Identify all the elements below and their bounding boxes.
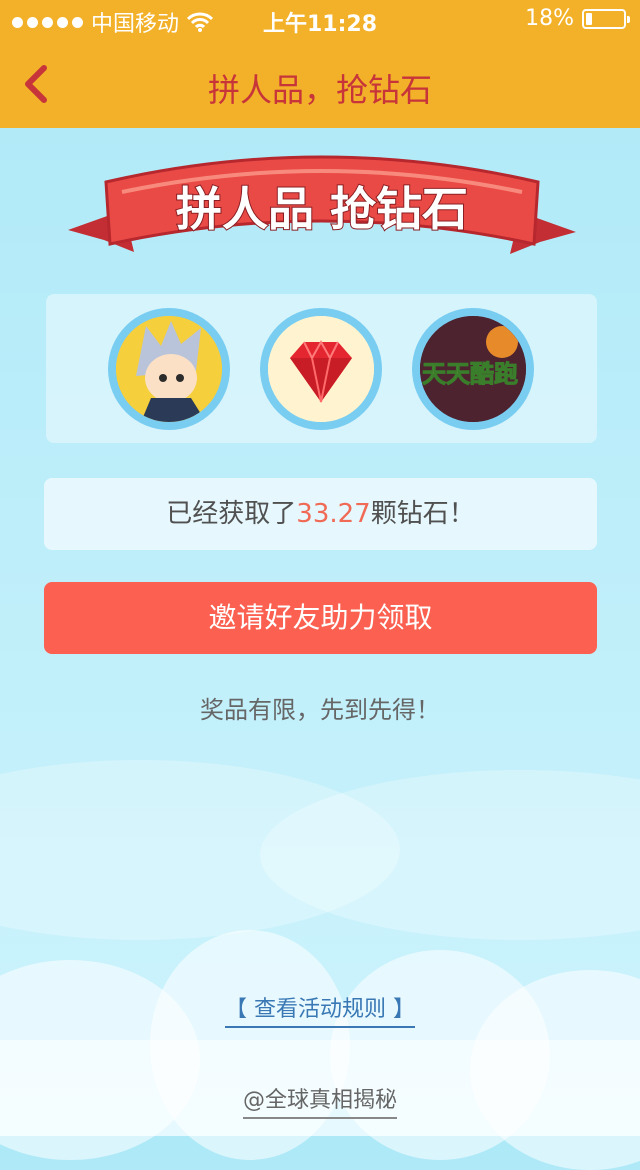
source-link-wrap: @全球真相揭秘	[0, 1082, 640, 1119]
ribbon-banner: 拼人品 抢钻石	[68, 155, 576, 254]
rules-link-wrap: 【 查看活动规则 】	[0, 991, 640, 1028]
logo-text: 天天酷跑	[422, 360, 518, 388]
invite-friends-button[interactable]: 邀请好友助力领取	[44, 582, 597, 654]
game-panel: 天天酷跑	[46, 294, 597, 443]
status-bar: 中国移动 上午11:28 18%	[0, 0, 640, 40]
limited-notice: 奖品有限，先到先得！	[200, 696, 440, 724]
tiantian-kupao[interactable]: 天天酷跑	[412, 308, 534, 430]
diamond-amount: 33.27	[296, 499, 371, 529]
diamond-suffix: 颗钻石！	[370, 499, 475, 529]
tiantian-kupao-logo: 天天酷跑	[420, 316, 526, 422]
hero-avatar[interactable]	[108, 308, 230, 430]
diamond-prefix: 已经获取了	[166, 499, 297, 529]
diamond-status: 已经获取了33.27颗钻石！	[44, 478, 597, 550]
battery-percent: 18%	[525, 6, 574, 31]
red-diamond-icon	[268, 316, 374, 422]
battery-icon	[582, 8, 630, 29]
rules-link[interactable]: 【 查看活动规则 】	[225, 997, 415, 1028]
banner-text: 拼人品 抢钻石	[176, 182, 468, 236]
page-title: 拼人品，抢钻石	[207, 71, 432, 109]
nav-bar: 拼人品，抢钻石	[0, 40, 640, 128]
source-link[interactable]: @全球真相揭秘	[242, 1088, 397, 1119]
anime-character-icon	[116, 316, 222, 422]
diamond[interactable]	[260, 308, 382, 430]
